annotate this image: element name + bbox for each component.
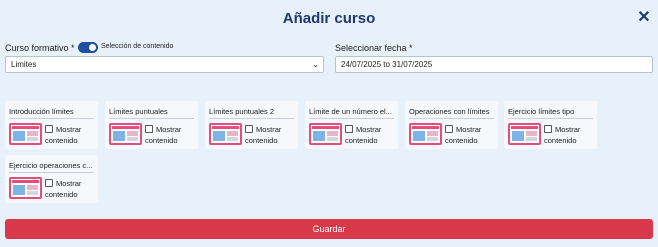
modal-title: Añadir curso: [282, 10, 376, 27]
content-card-title: Ejercicio operaciones c...: [9, 161, 93, 170]
show-content-checkbox[interactable]: [345, 125, 353, 133]
content-card-title: Operaciones con límites: [409, 107, 490, 116]
show-content-label: Mostrar: [156, 125, 182, 134]
curso-select[interactable]: Limites ⌄: [5, 56, 324, 73]
card-divider: [209, 118, 294, 119]
content-card: Límite de un número el... Mostrar conten…: [305, 101, 398, 149]
show-content-label-2: contenido: [544, 136, 577, 145]
content-card: Ejercicio límites tipo Mostrar contenido: [504, 101, 597, 149]
show-content-label-2: contenido: [245, 136, 278, 145]
content-thumbnail: [109, 123, 142, 145]
content-card-title: Límites puntuales: [109, 107, 168, 116]
show-content-label: Mostrar: [256, 125, 282, 134]
save-button[interactable]: Guardar: [5, 219, 653, 239]
fecha-label: Seleccionar fecha *: [335, 43, 413, 53]
content-selection-toggle[interactable]: [78, 42, 98, 53]
show-content-label: Mostrar: [456, 125, 482, 134]
content-thumbnail: [309, 123, 342, 145]
card-divider: [9, 172, 94, 173]
show-content-label-2: contenido: [45, 136, 78, 145]
content-thumbnail: [9, 123, 42, 145]
show-content-label: Mostrar: [356, 125, 382, 134]
close-icon[interactable]: ✕: [636, 10, 652, 26]
show-content-checkbox[interactable]: [245, 125, 253, 133]
content-card-title: Introducción límites: [9, 107, 74, 116]
show-content-label-2: contenido: [345, 136, 378, 145]
content-thumbnail: [508, 123, 541, 145]
show-content-checkbox[interactable]: [445, 125, 453, 133]
card-divider: [508, 118, 593, 119]
content-selection-label: Selección de contenido: [101, 43, 174, 50]
curso-select-value: Limites: [11, 60, 37, 69]
date-range-input[interactable]: 24/07/2025 to 31/07/2025: [335, 56, 653, 73]
show-content-checkbox[interactable]: [145, 125, 153, 133]
show-content-label-2: contenido: [445, 136, 478, 145]
content-card: Ejercicio operaciones c... Mostrar conte…: [5, 155, 98, 203]
show-content-checkbox[interactable]: [45, 125, 53, 133]
content-thumbnail: [9, 177, 42, 199]
content-thumbnail: [409, 123, 442, 145]
content-thumbnail: [209, 123, 242, 145]
content-card-title: Límite de un número el...: [309, 107, 392, 116]
show-content-label-2: contenido: [45, 190, 78, 199]
show-content-label: Mostrar: [555, 125, 581, 134]
content-card-title: Ejercicio límites tipo: [508, 107, 575, 116]
card-divider: [309, 118, 394, 119]
content-card: Operaciones con límites Mostrar contenid…: [405, 101, 498, 149]
show-content-label-2: contenido: [145, 136, 178, 145]
content-card: Límites puntuales 2 Mostrar contenido: [205, 101, 298, 149]
content-card-title: Límites puntuales 2: [209, 107, 275, 116]
chevron-down-icon: ⌄: [312, 60, 319, 69]
content-card: Introducción límites Mostrar contenido: [5, 101, 98, 149]
card-divider: [9, 118, 94, 119]
content-card: Límites puntuales Mostrar contenido: [105, 101, 198, 149]
card-divider: [409, 118, 494, 119]
card-divider: [109, 118, 194, 119]
show-content-label: Mostrar: [56, 125, 82, 134]
show-content-checkbox[interactable]: [45, 179, 53, 187]
show-content-checkbox[interactable]: [544, 125, 552, 133]
curso-formativo-label: Curso formativo *: [5, 43, 75, 53]
show-content-label: Mostrar: [56, 179, 82, 188]
